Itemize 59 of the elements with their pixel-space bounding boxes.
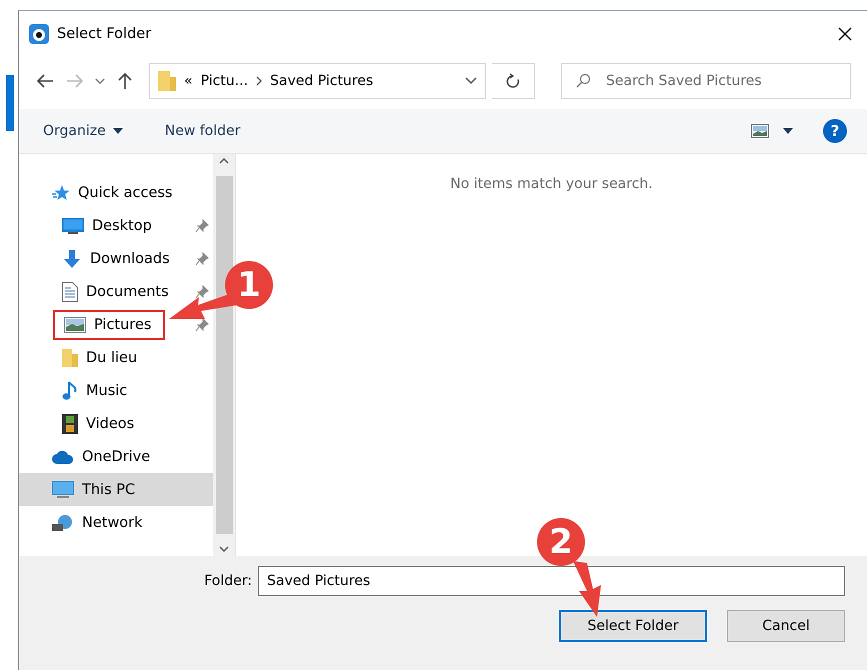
window-title: Select Folder [57,26,152,42]
step-badge: 1 [225,261,273,309]
folder-input[interactable]: Saved Pictures [258,566,845,596]
sidebar-item[interactable]: Du lieu [19,341,213,374]
scrollbar[interactable] [213,154,235,556]
sidebar-item[interactable]: Desktop [19,209,213,242]
folder-label: Folder: [204,573,252,589]
chevron-right-icon [256,76,262,86]
folder-icon [62,348,78,368]
chevron-down-icon [465,77,477,85]
monitor-icon [52,480,74,498]
close-icon [837,26,853,42]
film-icon [62,414,78,434]
step-badge: 2 [537,518,585,566]
star-icon [52,184,70,202]
caret-icon [112,128,123,134]
network-icon [52,514,74,532]
sidebar-item[interactable]: Documents [19,275,213,308]
sidebar-item[interactable]: Network [19,506,213,539]
down-arrow-icon [62,248,82,268]
empty-message: No items match your search. [450,176,653,194]
sidebar-item[interactable]: OneDrive [19,440,213,473]
back-arrow-icon [36,73,54,89]
pin-icon [195,318,209,332]
landscape-icon [64,316,86,332]
sidebar-item[interactable]: Videos [19,407,213,440]
app-icon [29,24,49,44]
dialog-button[interactable]: Select Folder [559,610,707,642]
search-field[interactable]: Search Saved Pictures [561,63,851,99]
landscape-icon [751,124,769,138]
pin-icon [195,284,209,298]
dialog-button[interactable]: Cancel [727,610,845,642]
view-options-button[interactable] [751,124,793,138]
refresh-icon [505,73,521,89]
help-button[interactable]: ? [823,119,847,143]
folder-icon [158,70,176,92]
breadcrumb-item[interactable]: Saved Pictures [270,73,374,89]
cloud-icon [52,450,74,464]
pin-icon [195,252,209,266]
up-arrow-icon [117,72,133,90]
breadcrumb-item[interactable]: Pictu... [200,73,248,89]
search-icon [575,73,591,89]
organize-button[interactable]: Organize [43,123,123,139]
music-note-icon [62,380,78,400]
background-window-edge [6,75,14,131]
pin-icon [195,218,209,232]
sidebar-item[interactable]: This PC [19,473,213,506]
sidebar-item[interactable]: Quick access [19,176,213,209]
sidebar-item[interactable]: Music [19,374,213,407]
monitor-icon [62,218,84,234]
address-bar[interactable]: « Pictu... Saved Pictures [149,63,486,99]
sidebar-item[interactable]: Downloads [19,242,213,275]
breadcrumb-overflow[interactable]: « [184,73,193,89]
new-folder-button[interactable]: New folder [164,123,240,139]
caret-icon [783,128,793,134]
chevron-down-icon [95,78,105,84]
refresh-button[interactable] [492,63,535,99]
document-icon [62,282,78,302]
forward-arrow-icon [66,73,84,89]
